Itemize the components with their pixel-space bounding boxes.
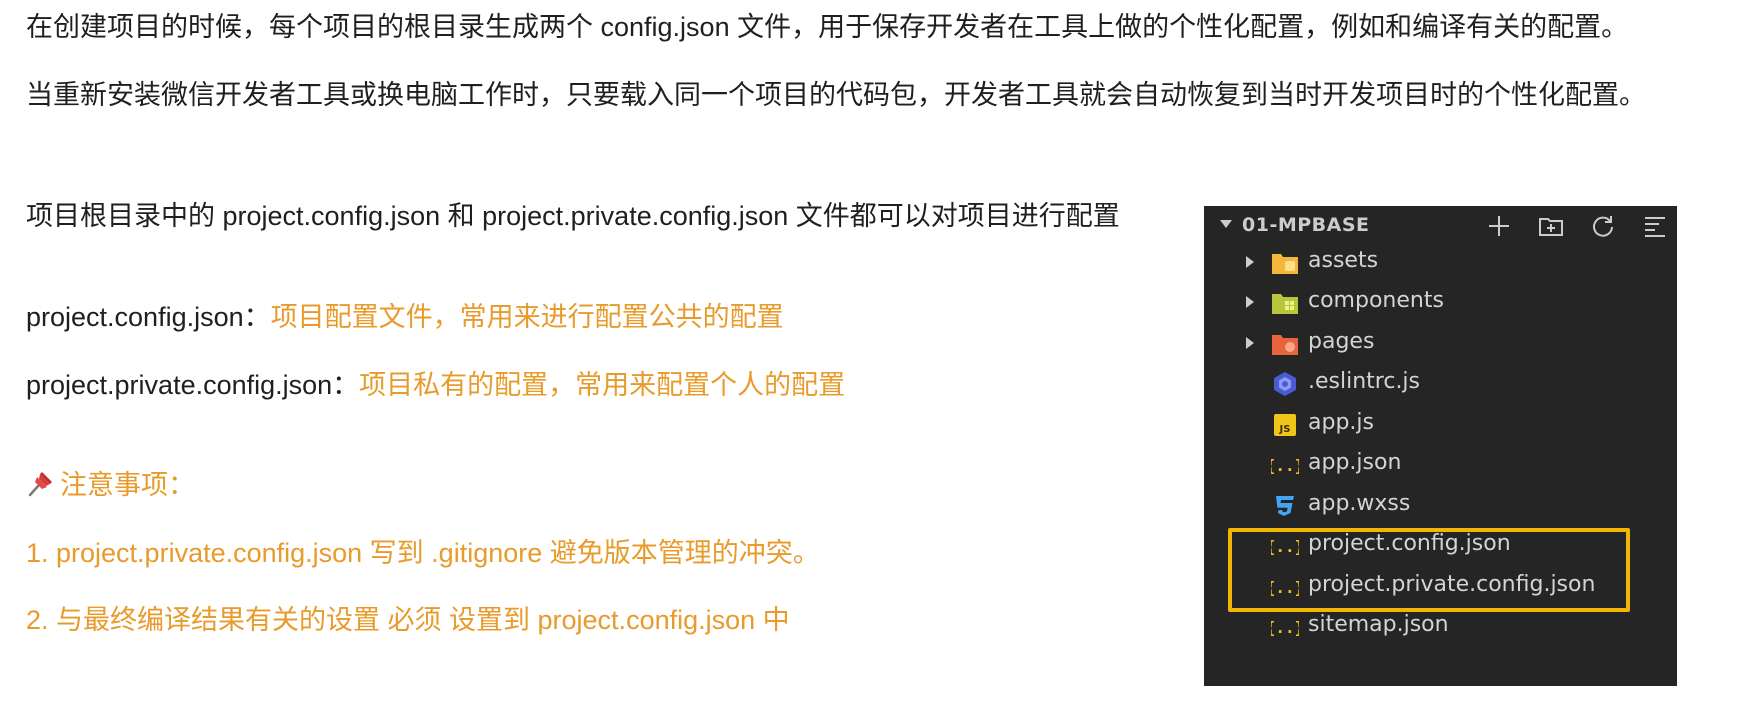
explorer-item-assets[interactable]: assets <box>1204 242 1677 282</box>
chevron-right-icon[interactable] <box>1246 296 1254 308</box>
explorer-title: 01-MPBASE <box>1242 214 1370 236</box>
definition-term: project.private.config.json： <box>26 370 360 400</box>
css-icon <box>1270 493 1300 519</box>
config-intro: 项目根目录中的 project.config.json 和 project.pr… <box>26 201 1120 231</box>
chevron-right-icon[interactable] <box>1246 256 1254 268</box>
new-folder-icon[interactable] <box>1537 212 1565 240</box>
notes-title: 注意事项： <box>26 468 195 506</box>
folder-assets-icon <box>1270 250 1300 276</box>
json-icon: {..} <box>1270 452 1300 478</box>
explorer-item-app-wxss[interactable]: app.wxss <box>1204 485 1677 525</box>
chevron-right-icon[interactable] <box>1246 337 1254 349</box>
intro-line-2: 当重新安装微信开发者工具或换电脑工作时，只要载入同一个项目的代码包，开发者工具就… <box>26 80 1646 110</box>
folder-pages-icon <box>1270 331 1300 357</box>
explorer-item-components[interactable]: components <box>1204 282 1677 322</box>
explorer-actions <box>1485 212 1669 240</box>
eslint-icon <box>1270 371 1300 397</box>
explorer-item-label: components <box>1308 288 1444 313</box>
definition-desc: 项目配置文件，常用来进行配置公共的配置 <box>270 302 784 332</box>
file-explorer: 01-MPBASE assets components pages .eslin… <box>1204 206 1677 686</box>
explorer-item-label: assets <box>1308 248 1379 273</box>
explorer-item-app-js[interactable]: JS app.js <box>1204 404 1677 444</box>
svg-text:{..}: {..} <box>1271 456 1299 475</box>
explorer-item-app-json[interactable]: {..} app.json <box>1204 444 1677 484</box>
explorer-item-label: app.js <box>1308 410 1374 435</box>
svg-text:{..}: {..} <box>1271 618 1299 637</box>
explorer-item-label: app.wxss <box>1308 491 1411 516</box>
chevron-down-icon[interactable] <box>1220 220 1232 228</box>
explorer-item-label: pages <box>1308 329 1375 354</box>
note-item-1: 1. project.private.config.json 写到 .gitig… <box>26 538 820 568</box>
explorer-header[interactable]: 01-MPBASE <box>1204 206 1677 246</box>
notes-title-text: 注意事项： <box>60 470 195 500</box>
intro-line-1: 在创建项目的时候，每个项目的根目录生成两个 config.json 文件，用于保… <box>26 12 1629 42</box>
pushpin-icon <box>26 468 56 506</box>
definition-public: project.config.json：项目配置文件，常用来进行配置公共的配置 <box>26 300 784 334</box>
explorer-item-sitemap[interactable]: {..} sitemap.json <box>1204 606 1677 646</box>
refresh-icon[interactable] <box>1589 212 1617 240</box>
explorer-item-eslintrc[interactable]: .eslintrc.js <box>1204 363 1677 403</box>
folder-components-icon <box>1270 290 1300 316</box>
definition-term: project.config.json： <box>26 302 271 332</box>
explorer-item-label: .eslintrc.js <box>1308 369 1421 394</box>
json-icon: {..} <box>1270 614 1300 640</box>
definition-desc: 项目私有的配置，常用来配置个人的配置 <box>359 370 846 400</box>
note-item-2: 2. 与最终编译结果有关的设置 必须 设置到 project.config.js… <box>26 605 790 635</box>
js-icon: JS <box>1270 412 1300 438</box>
explorer-item-label: sitemap.json <box>1308 612 1449 637</box>
explorer-item-label: app.json <box>1308 450 1402 475</box>
highlight-box <box>1228 528 1630 612</box>
svg-text:JS: JS <box>1279 424 1291 435</box>
definition-private: project.private.config.json：项目私有的配置，常用来配… <box>26 368 845 402</box>
new-file-icon[interactable] <box>1485 212 1513 240</box>
collapse-all-icon[interactable] <box>1641 212 1669 240</box>
explorer-item-pages[interactable]: pages <box>1204 323 1677 363</box>
